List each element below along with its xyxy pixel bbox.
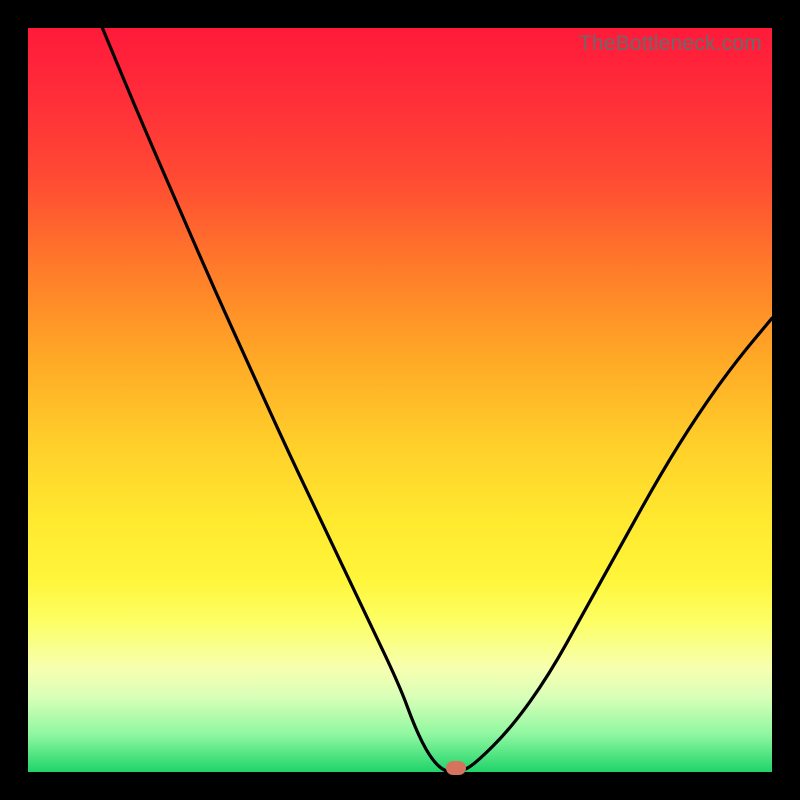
bottleneck-curve-path <box>102 28 772 772</box>
optimal-marker <box>446 761 466 775</box>
plot-area: TheBottleneck.com <box>28 28 772 772</box>
curve-layer <box>28 28 772 772</box>
chart-stage: TheBottleneck.com <box>0 0 800 800</box>
